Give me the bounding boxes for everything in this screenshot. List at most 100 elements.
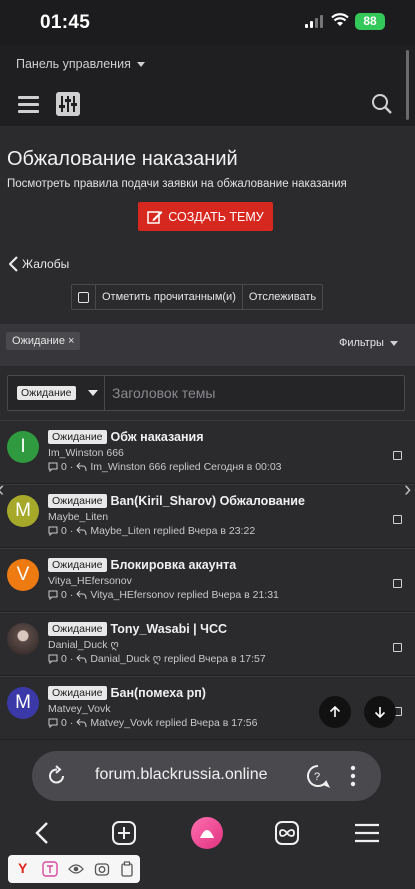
scroll-up-button[interactable]	[319, 696, 351, 728]
thread-author[interactable]: Danial_Duck ღ	[48, 639, 119, 651]
comment-icon	[48, 526, 58, 536]
comment-icon	[48, 718, 58, 728]
clipboard-icon[interactable]	[120, 861, 134, 877]
arrow-down-icon	[374, 707, 386, 718]
select-thread-checkbox[interactable]	[393, 579, 402, 588]
thread-title[interactable]: Ban(Kiril_Sharov) Обжалование	[111, 494, 305, 508]
thread-author[interactable]: Maybe_Liten	[48, 511, 108, 523]
last-reply[interactable]: Maybe_Liten replied Вчера в 23:22	[90, 525, 255, 537]
thread-row[interactable]: M Ожидание Ban(Kiril_Sharov) Обжалование…	[0, 484, 415, 547]
thread-author[interactable]: Vitya_HEfersonov	[48, 575, 132, 587]
thread-row[interactable]: V Ожидание Блокировка акаунта Vitya_HEfe…	[0, 548, 415, 611]
thread-title-input[interactable]	[104, 376, 404, 410]
address-bar[interactable]: forum.blackrussia.online ?	[32, 751, 381, 801]
scroll-down-button[interactable]	[364, 696, 396, 728]
search-icon[interactable]	[371, 93, 393, 115]
reload-icon[interactable]	[46, 765, 68, 787]
page-scrollbar[interactable]	[406, 50, 409, 120]
back-icon[interactable]	[34, 821, 50, 845]
assistant-icon[interactable]: ?	[306, 764, 332, 788]
reply-icon	[76, 654, 87, 664]
thread-meta: 0 · Danial_Duck ღ replied Вчера в 17:57	[48, 653, 266, 665]
filters-label: Фильтры	[339, 337, 384, 349]
status-badge[interactable]: Ожидание	[48, 494, 107, 508]
page-description: Посмотреть правила подачи заявки на обжа…	[7, 178, 347, 190]
thread-meta: 0 · Matvey_Vovk replied Вчера в 17:56	[48, 717, 257, 729]
control-panel-label: Панель управления	[16, 57, 131, 71]
reply-count: 0	[61, 461, 67, 473]
signal-icon	[305, 15, 323, 28]
filters-button[interactable]: Фильтры	[339, 337, 398, 349]
status-bar: 01:45 88	[0, 0, 415, 46]
thread-row[interactable]: M Ожидание Бан(помеха рп) Matvey_Vovk 0 …	[0, 676, 415, 739]
web-page: Панель управления Обжалование наказаний …	[0, 46, 415, 740]
separator: ·	[69, 653, 74, 665]
avatar[interactable]: V	[7, 559, 39, 591]
filter-chip[interactable]: Ожидание ×	[6, 332, 81, 350]
browser-bottom-nav	[0, 816, 415, 856]
lens-icon[interactable]	[94, 861, 110, 877]
menu-icon[interactable]	[18, 96, 39, 113]
status-badge[interactable]: Ожидание	[48, 622, 107, 636]
translate-icon[interactable]	[42, 861, 58, 877]
avatar[interactable]: I	[7, 431, 39, 463]
back-link[interactable]: Жалобы	[9, 256, 69, 272]
reply-count: 0	[61, 653, 67, 665]
control-panel-menu[interactable]: Панель управления	[16, 57, 145, 71]
select-thread-checkbox[interactable]	[393, 515, 402, 524]
tabs-icon[interactable]	[274, 820, 300, 846]
thread-title-line: Ожидание Бан(помеха рп)	[48, 686, 206, 700]
reply-icon	[76, 590, 87, 600]
status-badge[interactable]: Ожидание	[48, 558, 107, 572]
thread-title-line: Ожидание Tony_Wasabi | ЧСС	[48, 622, 227, 636]
chevron-right-icon[interactable]: ›	[404, 476, 411, 502]
comment-icon	[48, 462, 58, 472]
prefix-select[interactable]: Ожидание	[17, 384, 98, 402]
thread-row[interactable]: I Ожидание Обж наказания Im_Winston 666 …	[0, 420, 415, 483]
thread-row[interactable]: Ожидание Tony_Wasabi | ЧСС Danial_Duck ღ…	[0, 612, 415, 675]
last-reply[interactable]: Vitya_HEfersonov replied Вчера в 21:31	[90, 589, 279, 601]
edit-icon	[147, 210, 163, 224]
avatar[interactable]: M	[7, 495, 39, 527]
thread-author[interactable]: Matvey_Vovk	[48, 703, 110, 715]
forum-header: Обжалование наказаний Посмотреть правила…	[0, 126, 415, 324]
thread-title[interactable]: Обж наказания	[111, 430, 204, 444]
thread-title-line: Ожидание Обж наказания	[48, 430, 204, 444]
yandex-logo[interactable]: Y	[18, 860, 27, 876]
chevron-left-icon[interactable]: ‹	[0, 476, 4, 502]
create-thread-button[interactable]: СОЗДАТЬ ТЕМУ	[138, 202, 273, 231]
menu-icon[interactable]	[354, 823, 380, 843]
last-reply[interactable]: Matvey_Vovk replied Вчера в 17:56	[90, 717, 257, 729]
thread-title[interactable]: Блокировка акаунта	[111, 558, 237, 572]
thread-title-line: Ожидание Ban(Kiril_Sharov) Обжалование	[48, 494, 305, 508]
last-reply[interactable]: Im_Winston 666 replied Сегодня в 00:03	[90, 461, 281, 473]
eye-icon[interactable]	[68, 862, 84, 876]
status-badge[interactable]: Ожидание	[48, 430, 107, 444]
separator: ·	[69, 717, 74, 729]
select-thread-checkbox[interactable]	[393, 451, 402, 460]
comment-icon	[48, 590, 58, 600]
last-reply[interactable]: Danial_Duck ღ replied Вчера в 17:57	[90, 653, 265, 665]
avatar[interactable]	[7, 623, 39, 655]
select-all-checkbox[interactable]	[72, 285, 96, 309]
reply-count: 0	[61, 589, 67, 601]
create-thread-label: СОЗДАТЬ ТЕМУ	[168, 209, 264, 224]
thread-meta: 0 · Im_Winston 666 replied Сегодня в 00:…	[48, 461, 282, 473]
alice-icon[interactable]	[190, 816, 224, 850]
back-link-label: Жалобы	[22, 257, 70, 271]
chevron-down-icon	[389, 340, 398, 346]
thread-title[interactable]: Бан(помеха рп)	[111, 686, 206, 700]
reply-count: 0	[61, 717, 67, 729]
more-vertical-icon[interactable]	[350, 765, 356, 787]
select-thread-checkbox[interactable]	[393, 643, 402, 652]
sliders-icon[interactable]	[56, 92, 80, 116]
watch-button[interactable]: Отслеживать	[243, 285, 322, 309]
thread-author[interactable]: Im_Winston 666	[48, 447, 124, 459]
avatar[interactable]: M	[7, 687, 39, 719]
thread-title[interactable]: Tony_Wasabi | ЧСС	[111, 622, 227, 636]
mark-read-button[interactable]: Отметить прочитанным(и)	[96, 285, 243, 309]
status-badge[interactable]: Ожидание	[48, 686, 107, 700]
filter-bar: Ожидание × Фильтры	[0, 324, 415, 366]
separator: ·	[69, 461, 74, 473]
new-tab-icon[interactable]	[111, 820, 137, 846]
